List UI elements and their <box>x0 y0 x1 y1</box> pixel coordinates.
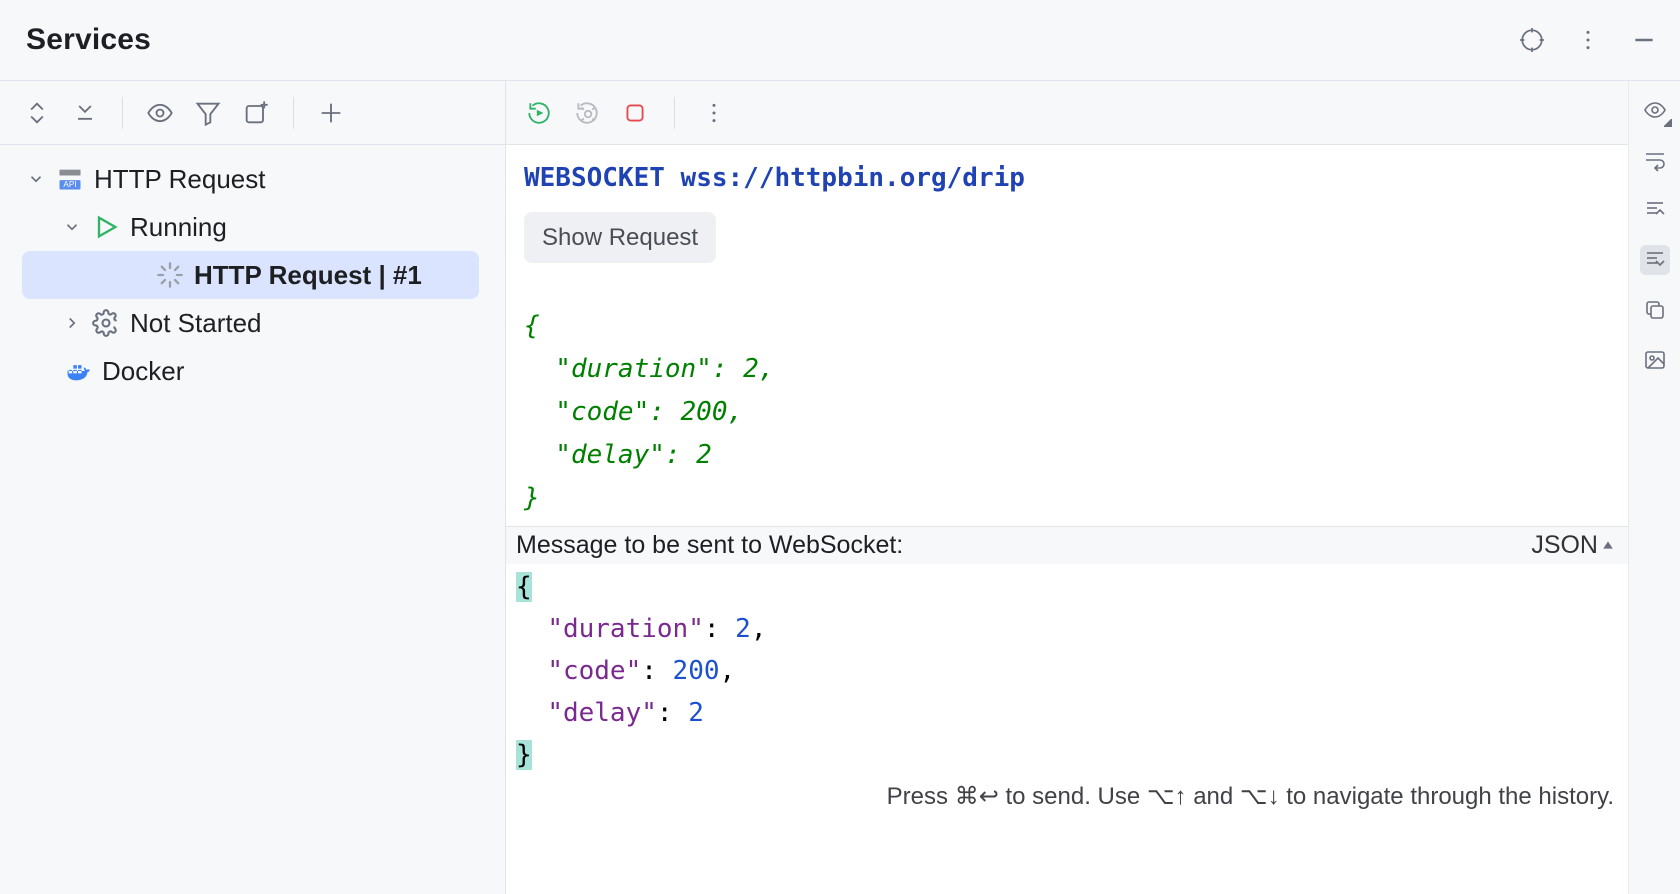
main-toolbar <box>506 81 1628 145</box>
message-bar: Message to be sent to WebSocket: JSON <box>506 526 1628 564</box>
tree-label: Docker <box>102 356 184 387</box>
tree-node-http-request[interactable]: API HTTP Request <box>0 155 505 203</box>
svg-text:API: API <box>63 180 76 189</box>
add-icon[interactable] <box>316 98 346 128</box>
tree: API HTTP Request Running HTTP R <box>0 145 505 405</box>
target-icon[interactable] <box>1518 26 1546 54</box>
tree-node-docker[interactable]: Docker <box>0 347 505 395</box>
tree-node-running[interactable]: Running <box>0 203 505 251</box>
body-line: } <box>524 477 1610 520</box>
wrap-icon[interactable] <box>1640 145 1670 175</box>
more-vertical-icon[interactable] <box>699 98 729 128</box>
titlebar: Services <box>0 0 1680 80</box>
titlebar-actions <box>1518 26 1658 54</box>
tree-label: Not Started <box>130 308 262 339</box>
show-request-button[interactable]: Show Request <box>524 212 716 264</box>
eye-icon[interactable] <box>1640 95 1670 125</box>
separator <box>674 97 675 129</box>
copy-icon[interactable] <box>1640 295 1670 325</box>
sidebar: API HTTP Request Running HTTP R <box>0 81 506 894</box>
tree-label: Running <box>130 212 227 243</box>
eye-icon[interactable] <box>145 98 175 128</box>
separator <box>293 97 294 129</box>
close-tree-icon[interactable] <box>70 98 100 128</box>
message-bar-label: Message to be sent to WebSocket: <box>516 531 903 560</box>
chevron-down-icon <box>26 169 46 189</box>
content-area: WEBSOCKET wss://httpbin.org/drip Show Re… <box>506 81 1680 894</box>
gear-icon <box>92 309 120 337</box>
sidebar-toolbar <box>0 81 505 145</box>
sent-body: { "duration": 2, "code": 200, "delay": 2… <box>524 305 1610 519</box>
scroll-up-icon[interactable] <box>1640 195 1670 225</box>
stop-icon[interactable] <box>620 98 650 128</box>
right-gutter <box>1628 81 1680 894</box>
more-vertical-icon[interactable] <box>1574 26 1602 54</box>
minimize-icon[interactable] <box>1630 26 1658 54</box>
rerun-icon[interactable] <box>524 98 554 128</box>
format-label: JSON <box>1531 531 1598 560</box>
separator <box>122 97 123 129</box>
body-line: "delay": 2 <box>524 434 1610 477</box>
panel-title: Services <box>26 23 151 57</box>
hint-text: Press ⌘↩ to send. Use ⌥↑ and ⌥↓ to navig… <box>506 778 1628 815</box>
tree-label: HTTP Request | #1 <box>194 260 422 291</box>
chevron-right-icon <box>62 313 82 333</box>
spinner-icon <box>156 261 184 289</box>
new-window-icon[interactable] <box>241 98 271 128</box>
result-pane: WEBSOCKET wss://httpbin.org/drip Show Re… <box>506 145 1628 526</box>
expand-collapse-icon[interactable] <box>22 98 52 128</box>
protocol-label: WEBSOCKET <box>524 163 665 193</box>
request-url: wss://httpbin.org/drip <box>681 163 1025 193</box>
tree-label: HTTP Request <box>94 164 265 195</box>
image-icon[interactable] <box>1640 345 1670 375</box>
rerun-debug-icon[interactable] <box>572 98 602 128</box>
filter-icon[interactable] <box>193 98 223 128</box>
main: WEBSOCKET wss://httpbin.org/drip Show Re… <box>506 81 1628 894</box>
scroll-down-icon[interactable] <box>1640 245 1670 275</box>
body-line: "code": 200, <box>524 391 1610 434</box>
tree-node-selected-request[interactable]: HTTP Request | #1 <box>22 251 479 299</box>
request-line: WEBSOCKET wss://httpbin.org/drip <box>524 157 1610 200</box>
tree-node-not-started[interactable]: Not Started <box>0 299 505 347</box>
message-editor[interactable]: { "duration": 2, "code": 200, "delay": 2… <box>506 564 1628 779</box>
spacer <box>100 265 146 285</box>
api-icon: API <box>56 165 84 193</box>
chevron-down-icon <box>62 217 82 237</box>
body-line: { <box>524 305 1610 348</box>
body-line: "duration": 2, <box>524 348 1610 391</box>
docker-icon <box>64 357 92 385</box>
play-icon <box>92 213 120 241</box>
triangle-up-icon <box>1602 539 1614 551</box>
format-selector[interactable]: JSON <box>1531 531 1614 560</box>
